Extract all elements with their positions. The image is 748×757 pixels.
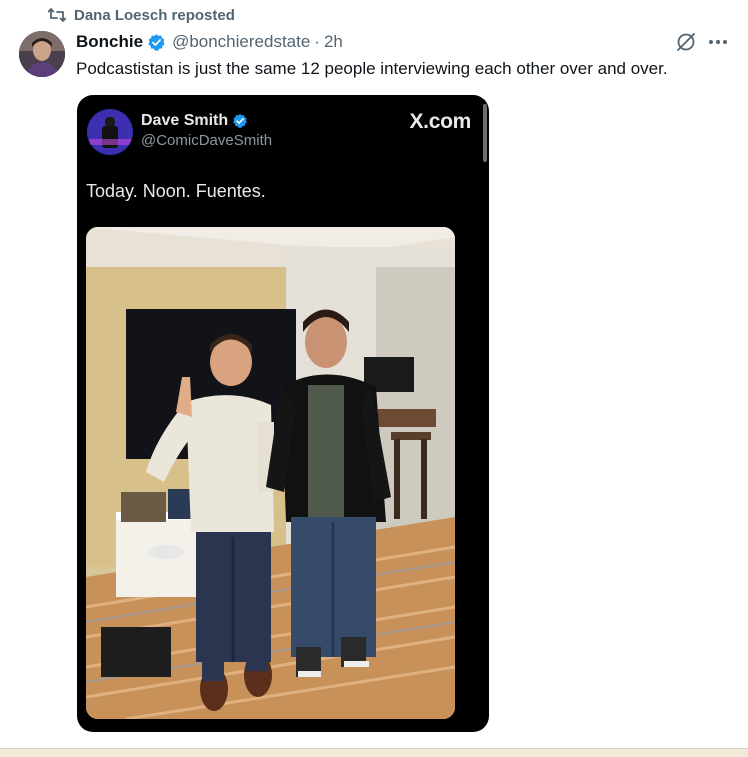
photo-two-men xyxy=(86,227,455,719)
timestamp[interactable]: 2h xyxy=(324,32,343,52)
grok-icon[interactable] xyxy=(675,31,697,53)
embedded-text: Today. Noon. Fuentes. xyxy=(86,181,266,201)
avatar[interactable] xyxy=(19,31,65,77)
repost-icon xyxy=(48,7,66,23)
repost-indicator[interactable]: Dana Loesch reposted xyxy=(48,6,235,24)
repost-label: Dana Loesch reposted xyxy=(74,6,235,24)
embedded-verified-badge-icon xyxy=(232,113,248,129)
more-icon[interactable] xyxy=(706,31,730,53)
embedded-avatar xyxy=(87,109,133,155)
user-handle[interactable]: @bonchieredstate xyxy=(172,32,310,52)
embedded-handle: @ComicDaveSmith xyxy=(141,132,273,149)
x-com-watermark: X.com xyxy=(409,110,471,133)
tweet-text: Podcastistan is just the same 12 people … xyxy=(76,59,668,78)
separator-dot: · xyxy=(314,32,320,51)
tweet-header: Bonchie @bonchieredstate · 2h xyxy=(76,31,343,53)
verified-badge-icon[interactable] xyxy=(147,33,166,52)
embedded-name-row: Dave Smith xyxy=(141,112,248,130)
embedded-display-name: Dave Smith xyxy=(141,112,229,129)
tweet-media[interactable]: Dave Smith @ComicDaveSmith X.com Today. … xyxy=(77,95,489,732)
media-scrollbar[interactable] xyxy=(483,104,487,162)
display-name[interactable]: Bonchie xyxy=(76,32,143,52)
